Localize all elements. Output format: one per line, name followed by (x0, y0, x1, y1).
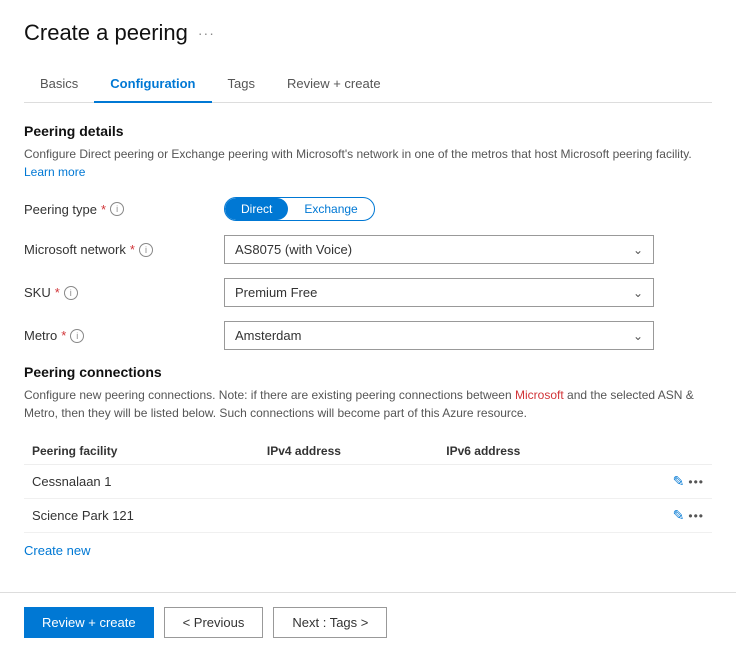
row-facility-2: Science Park 121 (24, 499, 259, 533)
learn-more-link[interactable]: Learn more (24, 165, 85, 179)
metro-required: * (61, 328, 66, 343)
create-new-link[interactable]: Create new (24, 543, 90, 558)
sku-value: Premium Free (235, 285, 317, 300)
row-actions-1: ✎ ••• (626, 473, 704, 490)
col-header-ipv6: IPv6 address (438, 438, 617, 465)
microsoft-network-value: AS8075 (with Voice) (235, 242, 352, 257)
peering-connections-header: Peering connections (24, 364, 712, 380)
sku-required: * (55, 285, 60, 300)
tab-review-create[interactable]: Review + create (271, 66, 397, 103)
sku-label: SKU * i (24, 285, 224, 300)
previous-button[interactable]: < Previous (164, 607, 264, 638)
metro-value: Amsterdam (235, 328, 301, 343)
peering-type-info-icon[interactable]: i (110, 202, 124, 216)
peering-type-row: Peering type * i Direct Exchange (24, 197, 712, 221)
metro-chevron-icon: ⌄ (633, 329, 643, 343)
microsoft-network-dropdown[interactable]: AS8075 (with Voice) ⌄ (224, 235, 654, 264)
sku-dropdown[interactable]: Premium Free ⌄ (224, 278, 654, 307)
tab-bar: Basics Configuration Tags Review + creat… (24, 66, 712, 103)
microsoft-network-row: Microsoft network * i AS8075 (with Voice… (24, 235, 712, 264)
next-button[interactable]: Next : Tags > (273, 607, 387, 638)
row-ipv6-2 (438, 499, 617, 533)
sku-chevron-icon: ⌄ (633, 286, 643, 300)
sku-info-icon[interactable]: i (64, 286, 78, 300)
peering-connections-section: Peering connections Configure new peerin… (24, 364, 712, 578)
peering-type-toggle[interactable]: Direct Exchange (224, 197, 375, 221)
peering-details-description: Configure Direct peering or Exchange pee… (24, 145, 712, 181)
page-title: Create a peering ··· (24, 20, 712, 46)
more-icon-2[interactable]: ••• (688, 509, 704, 523)
review-create-button[interactable]: Review + create (24, 607, 154, 638)
row-ipv6-1 (438, 465, 617, 499)
peering-connections-description: Configure new peering connections. Note:… (24, 386, 712, 422)
metro-dropdown[interactable]: Amsterdam ⌄ (224, 321, 654, 350)
metro-label: Metro * i (24, 328, 224, 343)
tab-basics[interactable]: Basics (24, 66, 94, 103)
row-facility-1: Cessnalaan 1 (24, 465, 259, 499)
peering-type-label: Peering type * i (24, 202, 224, 217)
toggle-direct[interactable]: Direct (225, 198, 288, 220)
row-ipv4-1 (259, 465, 438, 499)
table-row: Science Park 121 ✎ ••• (24, 499, 712, 533)
peering-table: Peering facility IPv4 address IPv6 addre… (24, 438, 712, 533)
metro-info-icon[interactable]: i (70, 329, 84, 343)
microsoft-network-required: * (130, 242, 135, 257)
bottom-bar: Review + create < Previous Next : Tags > (0, 592, 736, 652)
edit-icon-1[interactable]: ✎ (673, 473, 685, 490)
more-icon-1[interactable]: ••• (688, 475, 704, 489)
metro-row: Metro * i Amsterdam ⌄ (24, 321, 712, 350)
tab-tags[interactable]: Tags (212, 66, 271, 103)
tab-configuration[interactable]: Configuration (94, 66, 211, 103)
peering-details-header: Peering details (24, 123, 712, 139)
sku-row: SKU * i Premium Free ⌄ (24, 278, 712, 307)
title-ellipsis: ··· (198, 25, 215, 41)
microsoft-network-chevron-icon: ⌄ (633, 243, 643, 257)
title-text: Create a peering (24, 20, 188, 46)
microsoft-network-label: Microsoft network * i (24, 242, 224, 257)
highlight-microsoft: Microsoft (515, 388, 564, 402)
row-ipv4-2 (259, 499, 438, 533)
microsoft-network-info-icon[interactable]: i (139, 243, 153, 257)
edit-icon-2[interactable]: ✎ (673, 507, 685, 524)
col-header-ipv4: IPv4 address (259, 438, 438, 465)
toggle-exchange[interactable]: Exchange (288, 198, 373, 220)
table-row: Cessnalaan 1 ✎ ••• (24, 465, 712, 499)
col-header-facility: Peering facility (24, 438, 259, 465)
peering-type-required: * (101, 202, 106, 217)
row-actions-2: ✎ ••• (626, 507, 704, 524)
